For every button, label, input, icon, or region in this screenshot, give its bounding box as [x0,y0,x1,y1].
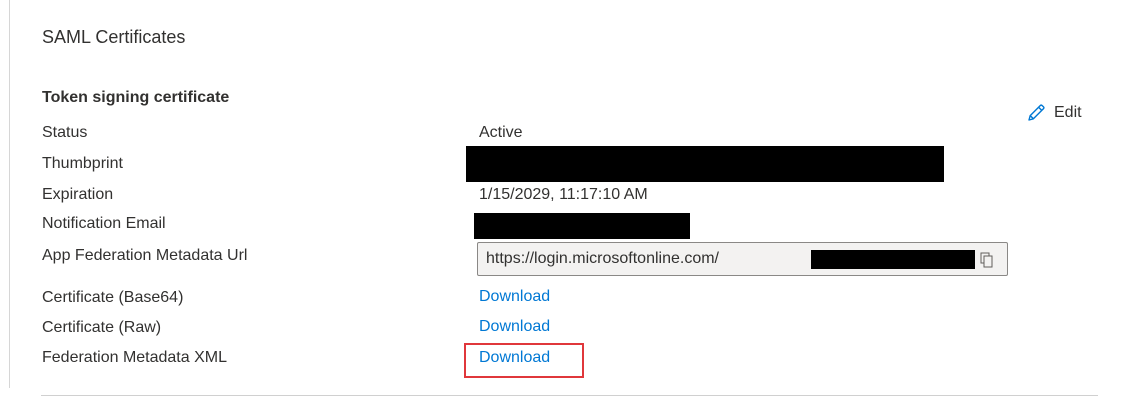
thumbprint-label: Thumbprint [42,155,123,172]
copy-icon[interactable] [980,252,994,273]
url-text: https://login.microsoftonline.com/ [486,250,719,267]
expiration-value: 1/15/2029, 11:17:10 AM [479,186,648,203]
federation-metadata-xml-label: Federation Metadata XML [42,349,227,366]
url-redacted-segment [811,250,975,269]
certificate-base64-download-link[interactable]: Download [479,288,550,306]
expiration-label: Expiration [42,186,114,203]
pencil-icon [1026,103,1046,123]
certificate-raw-download-link[interactable]: Download [479,318,550,336]
status-label: Status [42,124,88,141]
edit-label: Edit [1054,104,1082,121]
status-value: Active [479,124,523,141]
highlight-box [464,343,584,378]
edit-button[interactable]: Edit [1026,100,1082,126]
left-border [9,0,10,388]
section-divider [41,395,1098,396]
app-federation-metadata-url-field[interactable]: https://login.microsoftonline.com/ [477,242,1008,276]
certificate-raw-label: Certificate (Raw) [42,319,162,336]
certificate-base64-label: Certificate (Base64) [42,289,184,306]
thumbprint-redacted-value [466,146,944,182]
notification-email-label: Notification Email [42,215,166,232]
section-title: SAML Certificates [42,27,186,47]
token-signing-heading: Token signing certificate [42,89,230,106]
app-federation-metadata-url-label: App Federation Metadata Url [42,247,248,264]
notification-email-redacted-value [474,213,690,239]
